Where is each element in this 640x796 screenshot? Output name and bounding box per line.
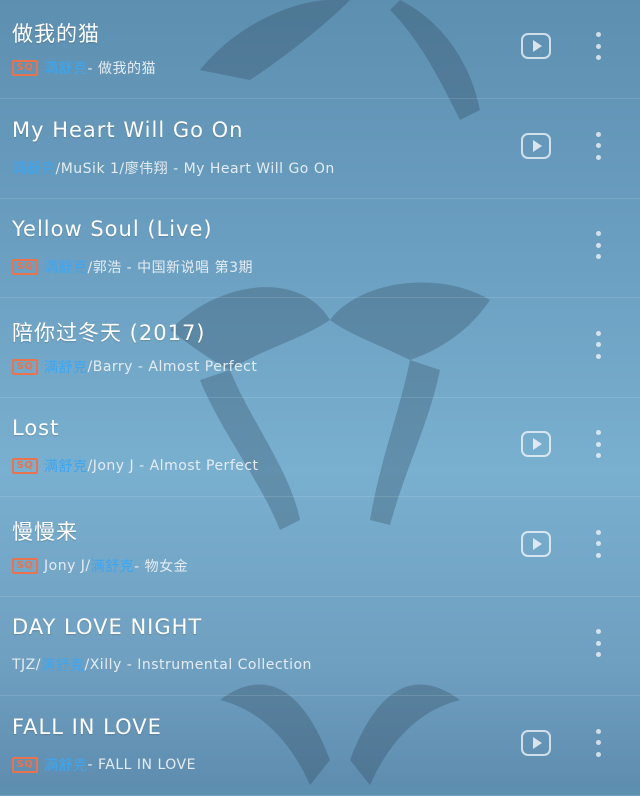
song-artist[interactable]: 满舒克 (44, 357, 88, 377)
sq-badge: SQ (12, 358, 38, 375)
song-row[interactable]: FALL IN LOVE SQ 满舒克 - FALL IN LOVE (0, 697, 640, 796)
more-dot-icon (595, 552, 601, 558)
more-options-icon[interactable] (593, 629, 603, 657)
song-title: Lost (12, 416, 60, 440)
more-dot-icon (595, 143, 601, 148)
more-dot-icon (595, 740, 601, 745)
sq-badge: SQ (12, 756, 38, 773)
more-options-icon[interactable] (593, 430, 603, 458)
more-dot-icon (595, 541, 601, 546)
song-meta-prefix: TJZ/ (12, 657, 41, 673)
song-meta: SQ 满舒克/Jony J - Almost Perfect (12, 456, 259, 476)
more-dot-icon (595, 131, 601, 137)
song-artist[interactable]: 满舒克 (44, 755, 88, 775)
more-dot-icon (595, 32, 601, 37)
song-artist[interactable]: 满舒克 (44, 257, 88, 277)
song-meta-suffix: - FALL IN LOVE (87, 756, 196, 773)
more-dot-icon (595, 728, 601, 734)
more-dot-icon (595, 353, 601, 359)
song-row[interactable]: DAY LOVE NIGHT TJZ/满舒克/Xilly - Instrument… (0, 597, 640, 696)
song-meta: 满舒克/MuSik 1/廖伟翔 - My Heart Will Go On (12, 158, 335, 178)
play-video-icon[interactable] (521, 431, 551, 457)
song-title: DAY LOVE NIGHT (12, 615, 203, 639)
song-row[interactable]: 做我的猫 SQ 满舒克 - 做我的猫 (0, 0, 640, 99)
song-meta-suffix: - 做我的猫 (87, 61, 157, 77)
song-meta-suffix: /Barry - Almost Perfect (87, 358, 258, 375)
more-dot-icon (595, 453, 601, 458)
song-row[interactable]: 陪你过冬天 (2017) SQ 满舒克/Barry - Almost Perfect (0, 299, 640, 398)
song-meta-suffix: /Jony J - Almost Perfect (87, 458, 259, 474)
song-meta-suffix: /郭浩 - 中国新说唱 第3期 (87, 260, 254, 276)
more-dot-icon (595, 55, 601, 60)
song-artist[interactable]: 满舒克 (91, 556, 135, 576)
song-artist[interactable]: 满舒克 (44, 456, 88, 476)
song-row[interactable]: My Heart Will Go On 满舒克/MuSik 1/廖伟翔 - My … (0, 100, 640, 199)
play-video-icon[interactable] (521, 729, 551, 756)
play-triangle-icon (532, 139, 542, 152)
sq-badge: SQ (12, 259, 38, 275)
more-options-icon[interactable] (593, 231, 603, 259)
song-title: Yellow Soul (Live) (12, 217, 213, 241)
more-options-icon[interactable] (593, 131, 603, 160)
song-row[interactable]: Yellow Soul (Live) SQ 满舒克/郭浩 - 中国新说唱 第3期 (0, 199, 640, 298)
song-meta: SQ 满舒克 - 做我的猫 (12, 58, 156, 78)
song-meta: SQ 满舒克 - FALL IN LOVE (12, 755, 196, 775)
more-options-icon[interactable] (593, 32, 603, 60)
play-triangle-icon (532, 537, 542, 550)
more-dot-icon (595, 629, 601, 634)
more-options-icon[interactable] (593, 330, 603, 359)
more-dot-icon (595, 529, 601, 535)
more-dot-icon (595, 242, 601, 248)
sq-badge: SQ (12, 458, 38, 474)
sq-badge: SQ (12, 557, 38, 574)
song-artist[interactable]: 满舒克 (41, 655, 85, 675)
more-dot-icon (595, 154, 601, 160)
song-artist[interactable]: 满舒克 (44, 58, 88, 78)
more-options-icon[interactable] (593, 529, 603, 558)
more-dot-icon (595, 640, 601, 646)
more-dot-icon (595, 254, 601, 259)
more-dot-icon (595, 43, 601, 49)
song-row[interactable]: 慢慢来 SQ Jony J/满舒克 - 物女金 (0, 498, 640, 597)
song-meta-prefix: Jony J/ (44, 557, 91, 574)
song-title: My Heart Will Go On (12, 117, 244, 142)
more-dot-icon (595, 342, 601, 347)
song-meta-suffix: - 物女金 (134, 558, 189, 575)
play-triangle-icon (532, 736, 542, 749)
song-title: 慢慢来 (12, 519, 78, 544)
song-meta: SQ 满舒克/Barry - Almost Perfect (12, 357, 257, 377)
play-video-icon[interactable] (521, 530, 551, 557)
song-row[interactable]: Lost SQ 满舒克/Jony J - Almost Perfect (0, 398, 640, 497)
play-video-icon[interactable] (521, 132, 551, 159)
song-title: FALL IN LOVE (12, 714, 162, 739)
more-options-icon[interactable] (593, 728, 603, 757)
more-dot-icon (595, 652, 601, 657)
more-dot-icon (595, 751, 601, 757)
song-meta: TJZ/满舒克/Xilly - Instrumental Collection (12, 655, 312, 675)
play-video-icon[interactable] (521, 33, 551, 59)
song-title: 做我的猫 (12, 22, 100, 46)
more-dot-icon (595, 441, 601, 447)
more-dot-icon (595, 330, 601, 336)
song-meta-suffix: /MuSik 1/廖伟翔 - My Heart Will Go On (55, 160, 335, 177)
play-triangle-icon (532, 40, 542, 52)
sq-badge: SQ (12, 60, 38, 76)
song-meta: SQ Jony J/满舒克 - 物女金 (12, 556, 188, 576)
more-dot-icon (595, 231, 601, 236)
song-meta-suffix: /Xilly - Instrumental Collection (84, 657, 312, 673)
song-meta: SQ 满舒克/郭浩 - 中国新说唱 第3期 (12, 257, 253, 277)
song-title: 陪你过冬天 (2017) (12, 320, 206, 345)
song-artist[interactable]: 满舒克 (12, 158, 56, 178)
play-triangle-icon (532, 438, 542, 450)
more-dot-icon (595, 430, 601, 435)
